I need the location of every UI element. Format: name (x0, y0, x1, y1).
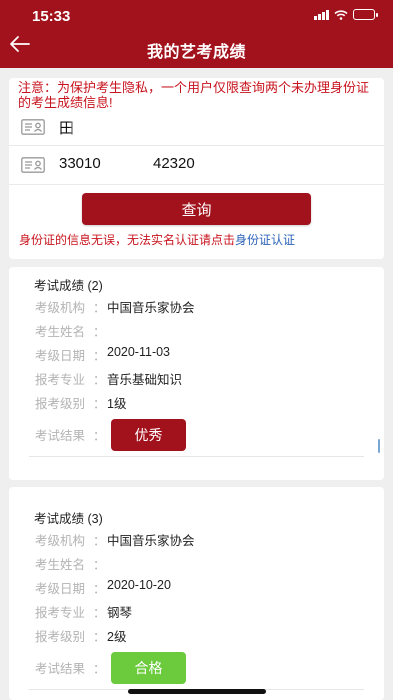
label-colon: ： (93, 349, 106, 363)
label-org: 考级机构 (35, 534, 86, 548)
value-date: 2020-11-03 (107, 345, 171, 359)
query-card: 注意：为保护考生隐私，一个用户仅限查询两个未办理身份证的考生成绩信息! 田 33… (9, 78, 384, 259)
id-number-suffix: 42320 (153, 155, 195, 172)
name-field[interactable]: 田 (9, 108, 384, 146)
privacy-notice: 注意：为保护考生隐私，一个用户仅限查询两个未办理身份证的考生成绩信息! (18, 80, 370, 110)
label-colon: ： (93, 325, 106, 339)
label-level: 报考级别 (35, 630, 86, 644)
label-colon: ： (93, 397, 106, 411)
label-colon: ： (93, 373, 106, 387)
label-result: 考试结果 (35, 429, 86, 443)
label-colon: ： (93, 558, 106, 572)
id-card-icon (21, 157, 45, 173)
label-colon: ： (93, 662, 106, 676)
label-colon: ： (93, 630, 106, 644)
label-date: 考级日期 (35, 582, 86, 596)
result-title: 考试成绩 (2) (34, 279, 103, 293)
query-button[interactable]: 查询 (82, 193, 311, 225)
divider (29, 456, 364, 457)
battery-icon (353, 9, 378, 20)
verify-tip: 身份证的信息无误，无法实名认证请点击身份证认证 (19, 231, 295, 248)
page-title: 我的艺考成绩 (146, 44, 246, 61)
divider (9, 184, 384, 185)
result-card: 考试成绩 (2) 考级机构：中国音乐家协会 考生姓名： 考级日期： 2020-11… (9, 267, 384, 480)
home-indicator[interactable] (128, 689, 266, 694)
value-org: 中国音乐家协会 (107, 534, 195, 548)
status-icons (314, 9, 378, 20)
value-major: 钢琴 (107, 606, 133, 620)
wifi-icon (334, 9, 348, 20)
label-major: 报考专业 (35, 606, 86, 620)
id-card-icon (21, 119, 45, 135)
value-level: 2级 (107, 630, 127, 644)
id-number-field[interactable]: 33010 42320 (9, 146, 384, 184)
verify-tip-text: 身份证的信息无误，无法实名认证请点击 (19, 233, 236, 247)
result-title: 考试成绩 (3) (34, 512, 103, 526)
name-value: 田 (59, 120, 75, 137)
label-colon: ： (93, 301, 106, 315)
label-colon: ： (93, 429, 106, 443)
value-major: 音乐基础知识 (107, 373, 183, 387)
value-level: 1级 (107, 397, 127, 411)
label-org: 考级机构 (35, 301, 86, 315)
label-name: 考生姓名 (35, 558, 86, 572)
scrollbar[interactable] (378, 439, 380, 453)
signal-icon (314, 9, 329, 20)
label-date: 考级日期 (35, 349, 86, 363)
label-colon: ： (93, 606, 106, 620)
value-org: 中国音乐家协会 (107, 301, 195, 315)
label-name: 考生姓名 (35, 325, 86, 339)
result-badge[interactable]: 合格 (111, 652, 186, 684)
label-colon: ： (93, 582, 106, 596)
label-colon: ： (93, 534, 106, 548)
label-major: 报考专业 (35, 373, 86, 387)
result-card: 考试成绩 (3) 考级机构：中国音乐家协会 考生姓名： 考级日期： 2020-10… (9, 487, 384, 700)
value-date: 2020-10-20 (107, 578, 171, 592)
label-level: 报考级别 (35, 397, 86, 411)
id-number-prefix: 33010 (59, 155, 101, 172)
status-time: 15:33 (32, 8, 71, 25)
privacy-blur (73, 118, 95, 136)
result-badge[interactable]: 优秀 (111, 419, 186, 451)
app-header: 15:33 我的艺考成绩 (0, 0, 393, 68)
id-verify-link[interactable]: 身份证认证 (235, 233, 295, 247)
label-result: 考试结果 (35, 662, 86, 676)
